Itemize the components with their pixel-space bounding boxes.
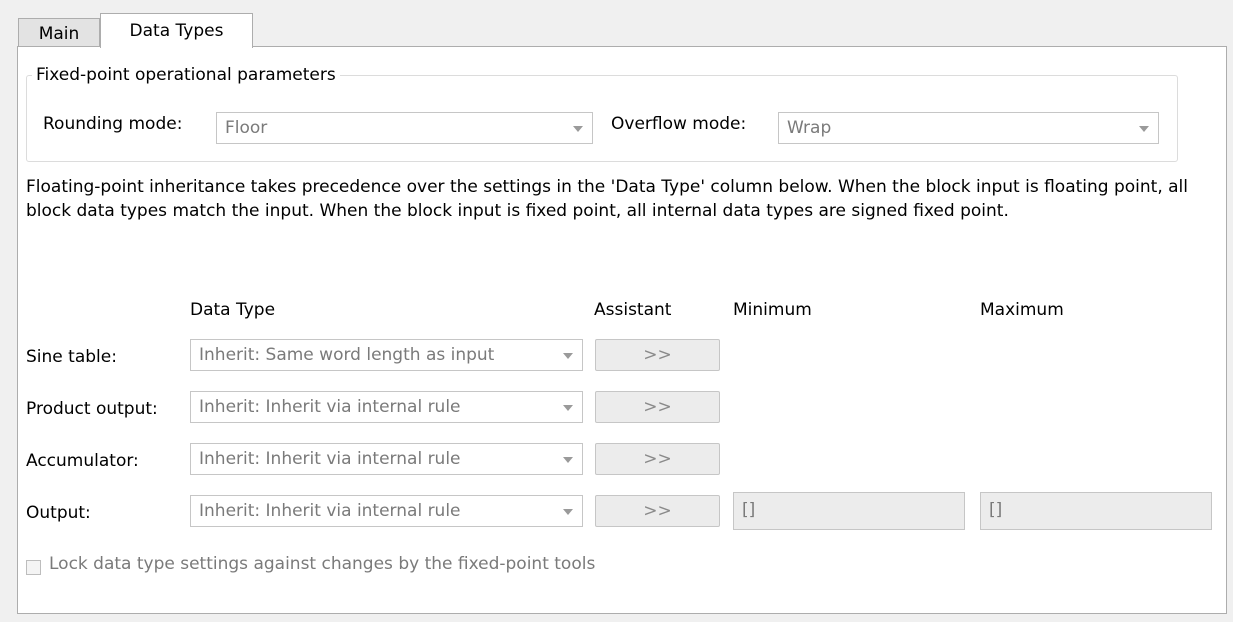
rounding-mode-label: Rounding mode: [43,114,183,134]
product-output-data-type-value: Inherit: Inherit via internal rule [199,397,461,417]
chevron-down-icon [1139,126,1149,132]
output-data-type-select[interactable]: Inherit: Inherit via internal rule [190,495,583,527]
data-types-panel: Fixed-point operational parameters Round… [17,46,1227,614]
header-assistant: Assistant [594,300,672,320]
product-output-data-type-select[interactable]: Inherit: Inherit via internal rule [190,391,583,423]
header-maximum: Maximum [980,300,1064,320]
accumulator-data-type-select[interactable]: Inherit: Inherit via internal rule [190,443,583,475]
output-assistant-button[interactable]: >> [595,495,720,527]
fixed-point-group: Rounding mode: Floor Overflow mode: Wrap [26,75,1178,162]
chevron-down-icon [563,509,573,515]
fixed-point-group-title: Fixed-point operational parameters [32,65,340,85]
lock-data-type-label: Lock data type settings against changes … [49,554,596,574]
rounding-mode-value: Floor [225,118,268,138]
chevron-down-icon [563,457,573,463]
chevron-down-icon [563,405,573,411]
output-minimum-field[interactable]: [] [733,492,965,530]
row-label-output: Output: [26,503,91,523]
row-label-accumulator: Accumulator: [26,451,139,471]
tab-main-label: Main [38,24,80,44]
header-minimum: Minimum [733,300,812,320]
overflow-mode-select[interactable]: Wrap [778,112,1159,144]
overflow-mode-value: Wrap [787,118,832,138]
accumulator-assistant-button[interactable]: >> [595,443,720,475]
inheritance-description: Floating-point inheritance takes precede… [26,177,1189,221]
chevron-down-icon [573,126,583,132]
chevron-down-icon [563,353,573,359]
output-maximum-field[interactable]: [] [980,492,1212,530]
overflow-mode-label: Overflow mode: [611,114,747,134]
accumulator-data-type-value: Inherit: Inherit via internal rule [199,449,461,469]
header-data-type: Data Type [190,300,276,320]
sine-table-assistant-button[interactable]: >> [595,339,720,371]
tab-data-types-label: Data Types [129,21,224,41]
product-output-assistant-button[interactable]: >> [595,391,720,423]
output-data-type-value: Inherit: Inherit via internal rule [199,501,461,521]
sine-table-data-type-select[interactable]: Inherit: Same word length as input [190,339,583,371]
lock-data-type-checkbox[interactable] [26,560,41,575]
row-label-sine-table: Sine table: [26,347,117,367]
sine-table-data-type-value: Inherit: Same word length as input [199,345,495,365]
rounding-mode-select[interactable]: Floor [216,112,593,144]
tab-data-types[interactable]: Data Types [100,13,253,48]
row-label-product-output: Product output: [26,399,158,419]
tab-main[interactable]: Main [18,18,100,47]
